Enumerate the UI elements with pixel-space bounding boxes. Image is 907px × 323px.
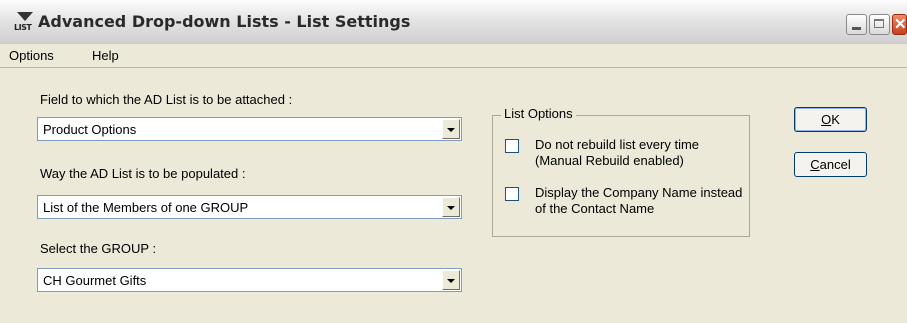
menu-bar: Options Help: [0, 44, 907, 68]
field-select-dropdown-button[interactable]: [442, 119, 460, 139]
populate-select-dropdown-button[interactable]: [442, 197, 460, 217]
populate-select-value: List of the Members of one GROUP: [43, 200, 249, 215]
app-icon-text: LIST: [14, 23, 32, 32]
group-label: Select the GROUP :: [40, 241, 157, 256]
close-icon: ✕: [894, 16, 907, 33]
list-options-title: List Options: [501, 106, 576, 121]
field-label: Field to which the AD List is to be atta…: [40, 92, 293, 107]
field-select[interactable]: Product Options: [37, 117, 462, 141]
populate-select[interactable]: List of the Members of one GROUP: [37, 195, 462, 219]
company-name-checkbox-label[interactable]: Display the Company Name instead of the …: [535, 185, 745, 217]
ok-button-label: K: [831, 112, 840, 127]
menu-help[interactable]: Help: [92, 48, 119, 63]
list-options-group: [492, 115, 750, 237]
group-select-dropdown-button[interactable]: [442, 270, 460, 290]
cancel-button-mnemonic: C: [810, 157, 820, 172]
cancel-button[interactable]: Cancel: [794, 152, 867, 177]
list-app-icon[interactable]: LIST: [14, 12, 36, 34]
chevron-down-icon: [447, 128, 455, 132]
chevron-down-icon: [447, 206, 455, 210]
minimize-button[interactable]: [846, 14, 867, 35]
title-bar[interactable]: LIST Advanced Drop-down Lists - List Set…: [0, 0, 907, 45]
window-title: Advanced Drop-down Lists - List Settings: [38, 12, 411, 31]
group-select-value: CH Gourmet Gifts: [43, 273, 147, 288]
close-button[interactable]: ✕: [892, 14, 907, 35]
ok-button[interactable]: OK: [794, 107, 867, 132]
field-select-value: Product Options: [43, 122, 137, 137]
dropdown-arrow-icon: [17, 12, 33, 21]
group-select[interactable]: CH Gourmet Gifts: [37, 268, 462, 292]
maximize-button[interactable]: [869, 14, 890, 35]
chevron-down-icon: [447, 279, 455, 283]
minimize-icon: [852, 27, 861, 30]
cancel-button-label: ancel: [819, 157, 851, 172]
list-settings-window: LIST Advanced Drop-down Lists - List Set…: [0, 0, 907, 323]
company-name-checkbox[interactable]: [505, 187, 519, 201]
maximize-icon: [874, 19, 884, 28]
rebuild-checkbox-label[interactable]: Do not rebuild list every time (Manual R…: [535, 137, 745, 169]
ok-button-mnemonic: O: [821, 112, 832, 127]
populate-label: Way the AD List is to be populated :: [40, 166, 246, 181]
menu-options[interactable]: Options: [9, 48, 54, 63]
rebuild-checkbox[interactable]: [505, 139, 519, 153]
